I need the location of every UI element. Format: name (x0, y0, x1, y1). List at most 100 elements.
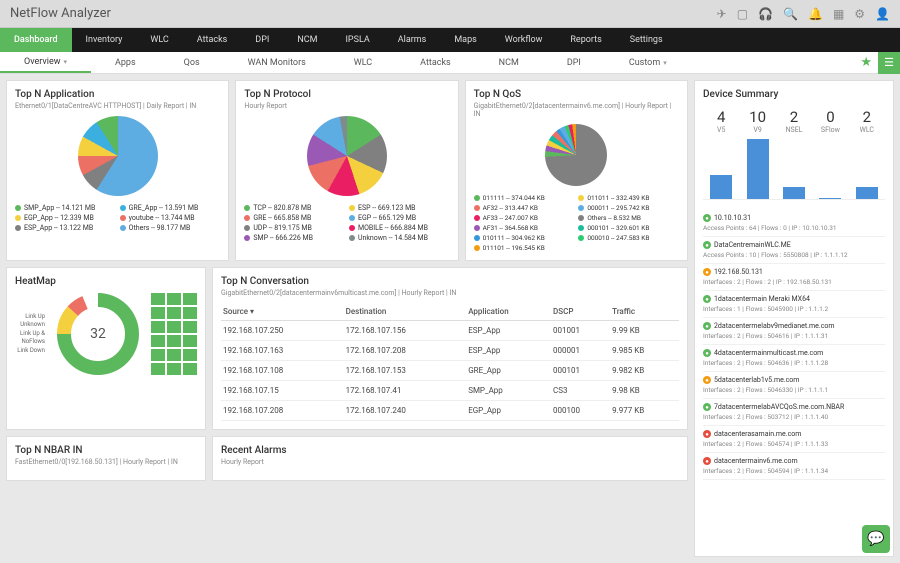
heatmap-cell[interactable] (151, 335, 165, 347)
heatmap-cell[interactable] (151, 321, 165, 333)
conversation-card: Top N Conversation GigabitEthernet0/2[da… (212, 267, 688, 430)
heatmap-cell[interactable] (151, 307, 165, 319)
table-header[interactable]: Source ▾ (221, 303, 344, 321)
bar (747, 139, 769, 199)
card-subtitle: Ethernet0/1[DataCentreAVC HTTPHOST] | Da… (15, 102, 220, 110)
legend-item: EGP_App -- 12.339 MB (15, 214, 116, 222)
heatmap-cell[interactable] (183, 321, 197, 333)
heatmap-legend: Link UpUnknown Link Up & NoFlowsLink Dow… (15, 313, 45, 355)
layout-toggle-icon[interactable]: ☰ (878, 52, 900, 74)
subtab-wan-monitors[interactable]: WAN Monitors (224, 52, 330, 73)
device-item[interactable]: ●DataCentremainWLC.MEAccess Points : 10 … (703, 237, 885, 264)
subtab-overview[interactable]: Overview▾ (0, 52, 91, 73)
top-bar: NetFlow Analyzer ✈ ▢ 🎧 🔍 🔔 ▦ ⚙ 👤 (0, 0, 900, 28)
nav-tab-ipsla[interactable]: IPSLA (331, 28, 383, 52)
bell-icon[interactable]: 🔔 (808, 7, 823, 21)
nav-tab-workflow[interactable]: Workflow (491, 28, 557, 52)
heatmap-cell[interactable] (167, 321, 181, 333)
heatmap-cell[interactable] (183, 307, 197, 319)
card-title: Top N Application (15, 89, 220, 100)
user-icon[interactable]: 👤 (875, 7, 890, 21)
table-row[interactable]: 192.168.107.208172.168.107.240EGP_App000… (221, 401, 679, 421)
alarms-card: Recent Alarms Hourly Report (212, 436, 688, 481)
status-icon: ● (703, 430, 711, 438)
brand-title: NetFlow Analyzer (10, 6, 111, 21)
table-row[interactable]: 192.168.107.108172.168.107.153GRE_App000… (221, 361, 679, 381)
heatmap-cell[interactable] (167, 363, 181, 375)
nav-tab-reports[interactable]: Reports (556, 28, 615, 52)
device-item[interactable]: ●192.168.50.131Interfaces : 2 | Flows : … (703, 264, 885, 291)
legend-item: GRE_App -- 13.591 MB (120, 204, 221, 212)
heatmap-cell[interactable] (167, 307, 181, 319)
nav-tab-dpi[interactable]: DPI (241, 28, 283, 52)
subtab-wlc[interactable]: WLC (330, 52, 396, 73)
stat-nsel: 2NSEL (776, 108, 812, 134)
status-icon: ● (703, 403, 711, 411)
card-subtitle: FastEthernet0/0[192.168.50.131] | Hourly… (15, 458, 197, 466)
nav-tab-maps[interactable]: Maps (440, 28, 490, 52)
heatmap-cell[interactable] (167, 349, 181, 361)
search-icon[interactable]: 🔍 (783, 7, 798, 21)
heatmap-grid (151, 293, 197, 375)
nav-tab-dashboard[interactable]: Dashboard (0, 28, 72, 52)
legend-item: ESP_App -- 13.122 MB (15, 224, 116, 232)
heatmap-cell[interactable] (167, 293, 181, 305)
nav-tab-ncm[interactable]: NCM (283, 28, 331, 52)
table-row[interactable]: 192.168.107.15172.168.107.41SMP_AppCS39.… (221, 381, 679, 401)
stat-v9: 10V9 (739, 108, 775, 134)
subtab-dpi[interactable]: DPI (543, 52, 605, 73)
table-row[interactable]: 192.168.107.250172.168.107.156ESP_App001… (221, 321, 679, 341)
device-item[interactable]: ●4datacentermainmulticast.me.comInterfac… (703, 345, 885, 372)
heatmap-cell[interactable] (183, 293, 197, 305)
table-header[interactable]: DSCP (551, 303, 610, 321)
stat-wlc: 2WLC (849, 108, 885, 134)
device-item[interactable]: ●datacenterasamain.me.comInterfaces : 2 … (703, 426, 885, 453)
bar (856, 187, 878, 199)
heatmap-cell[interactable] (183, 349, 197, 361)
card-subtitle: Hourly Report (244, 102, 449, 110)
device-item[interactable]: ●2datacentermelabv9medianet.me.comInterf… (703, 318, 885, 345)
subtab-ncm[interactable]: NCM (475, 52, 543, 73)
headset-icon[interactable]: 🎧 (758, 7, 773, 21)
subtab-qos[interactable]: Qos (160, 52, 224, 73)
table-header[interactable]: Destination (344, 303, 467, 321)
table-header[interactable]: Traffic (610, 303, 679, 321)
legend-item: AF33 -- 247.007 KB (474, 214, 575, 222)
nav-tab-settings[interactable]: Settings (616, 28, 677, 52)
device-item[interactable]: ●datacentermainv6.me.comInterfaces : 2 |… (703, 453, 885, 480)
nav-tab-attacks[interactable]: Attacks (183, 28, 242, 52)
heatmap-cell[interactable] (151, 349, 165, 361)
rocket-icon[interactable]: ✈ (717, 7, 727, 21)
device-item[interactable]: ●5datacenterlab1v5.me.comInterfaces : 2 … (703, 372, 885, 399)
heatmap-cell[interactable] (151, 293, 165, 305)
subtab-attacks[interactable]: Attacks (396, 52, 475, 73)
nav-tab-alarms[interactable]: Alarms (384, 28, 441, 52)
heatmap-cell[interactable] (167, 335, 181, 347)
card-title: Top N NBAR IN (15, 445, 197, 456)
table-row[interactable]: 192.168.107.163172.168.107.208ESP_App000… (221, 341, 679, 361)
gear-icon[interactable]: ⚙ (854, 7, 865, 21)
status-icon: ● (703, 241, 711, 249)
subtab-custom[interactable]: Custom▾ (605, 52, 691, 73)
nav-tab-inventory[interactable]: Inventory (72, 28, 137, 52)
status-icon: ● (703, 268, 711, 276)
device-item[interactable]: ●7datacentermelabAVCQoS.me.com.NBARInter… (703, 399, 885, 426)
legend-item: UDP -- 819.175 MB (244, 224, 345, 232)
star-icon[interactable]: ★ (860, 55, 872, 70)
heatmap-cell[interactable] (183, 335, 197, 347)
top-icons: ✈ ▢ 🎧 🔍 🔔 ▦ ⚙ 👤 (717, 7, 890, 21)
monitor-icon[interactable]: ▢ (737, 7, 748, 21)
device-item[interactable]: ●1datacentermain Meraki MX64Interfaces :… (703, 291, 885, 318)
grid-icon[interactable]: ▦ (833, 7, 844, 21)
heatmap-cell[interactable] (151, 363, 165, 375)
bar (710, 175, 732, 199)
heatmap-cell[interactable] (183, 363, 197, 375)
bar (819, 198, 841, 199)
nav-tab-wlc[interactable]: WLC (136, 28, 182, 52)
summary-bar-chart (703, 140, 885, 200)
table-header[interactable]: Application (466, 303, 551, 321)
chat-button[interactable]: 💬 (862, 525, 890, 553)
subtab-apps[interactable]: Apps (91, 52, 160, 73)
conversation-table: Source ▾DestinationApplicationDSCPTraffi… (221, 303, 679, 421)
device-item[interactable]: ●10.10.10.31Access Points : 64 | Flows :… (703, 210, 885, 237)
